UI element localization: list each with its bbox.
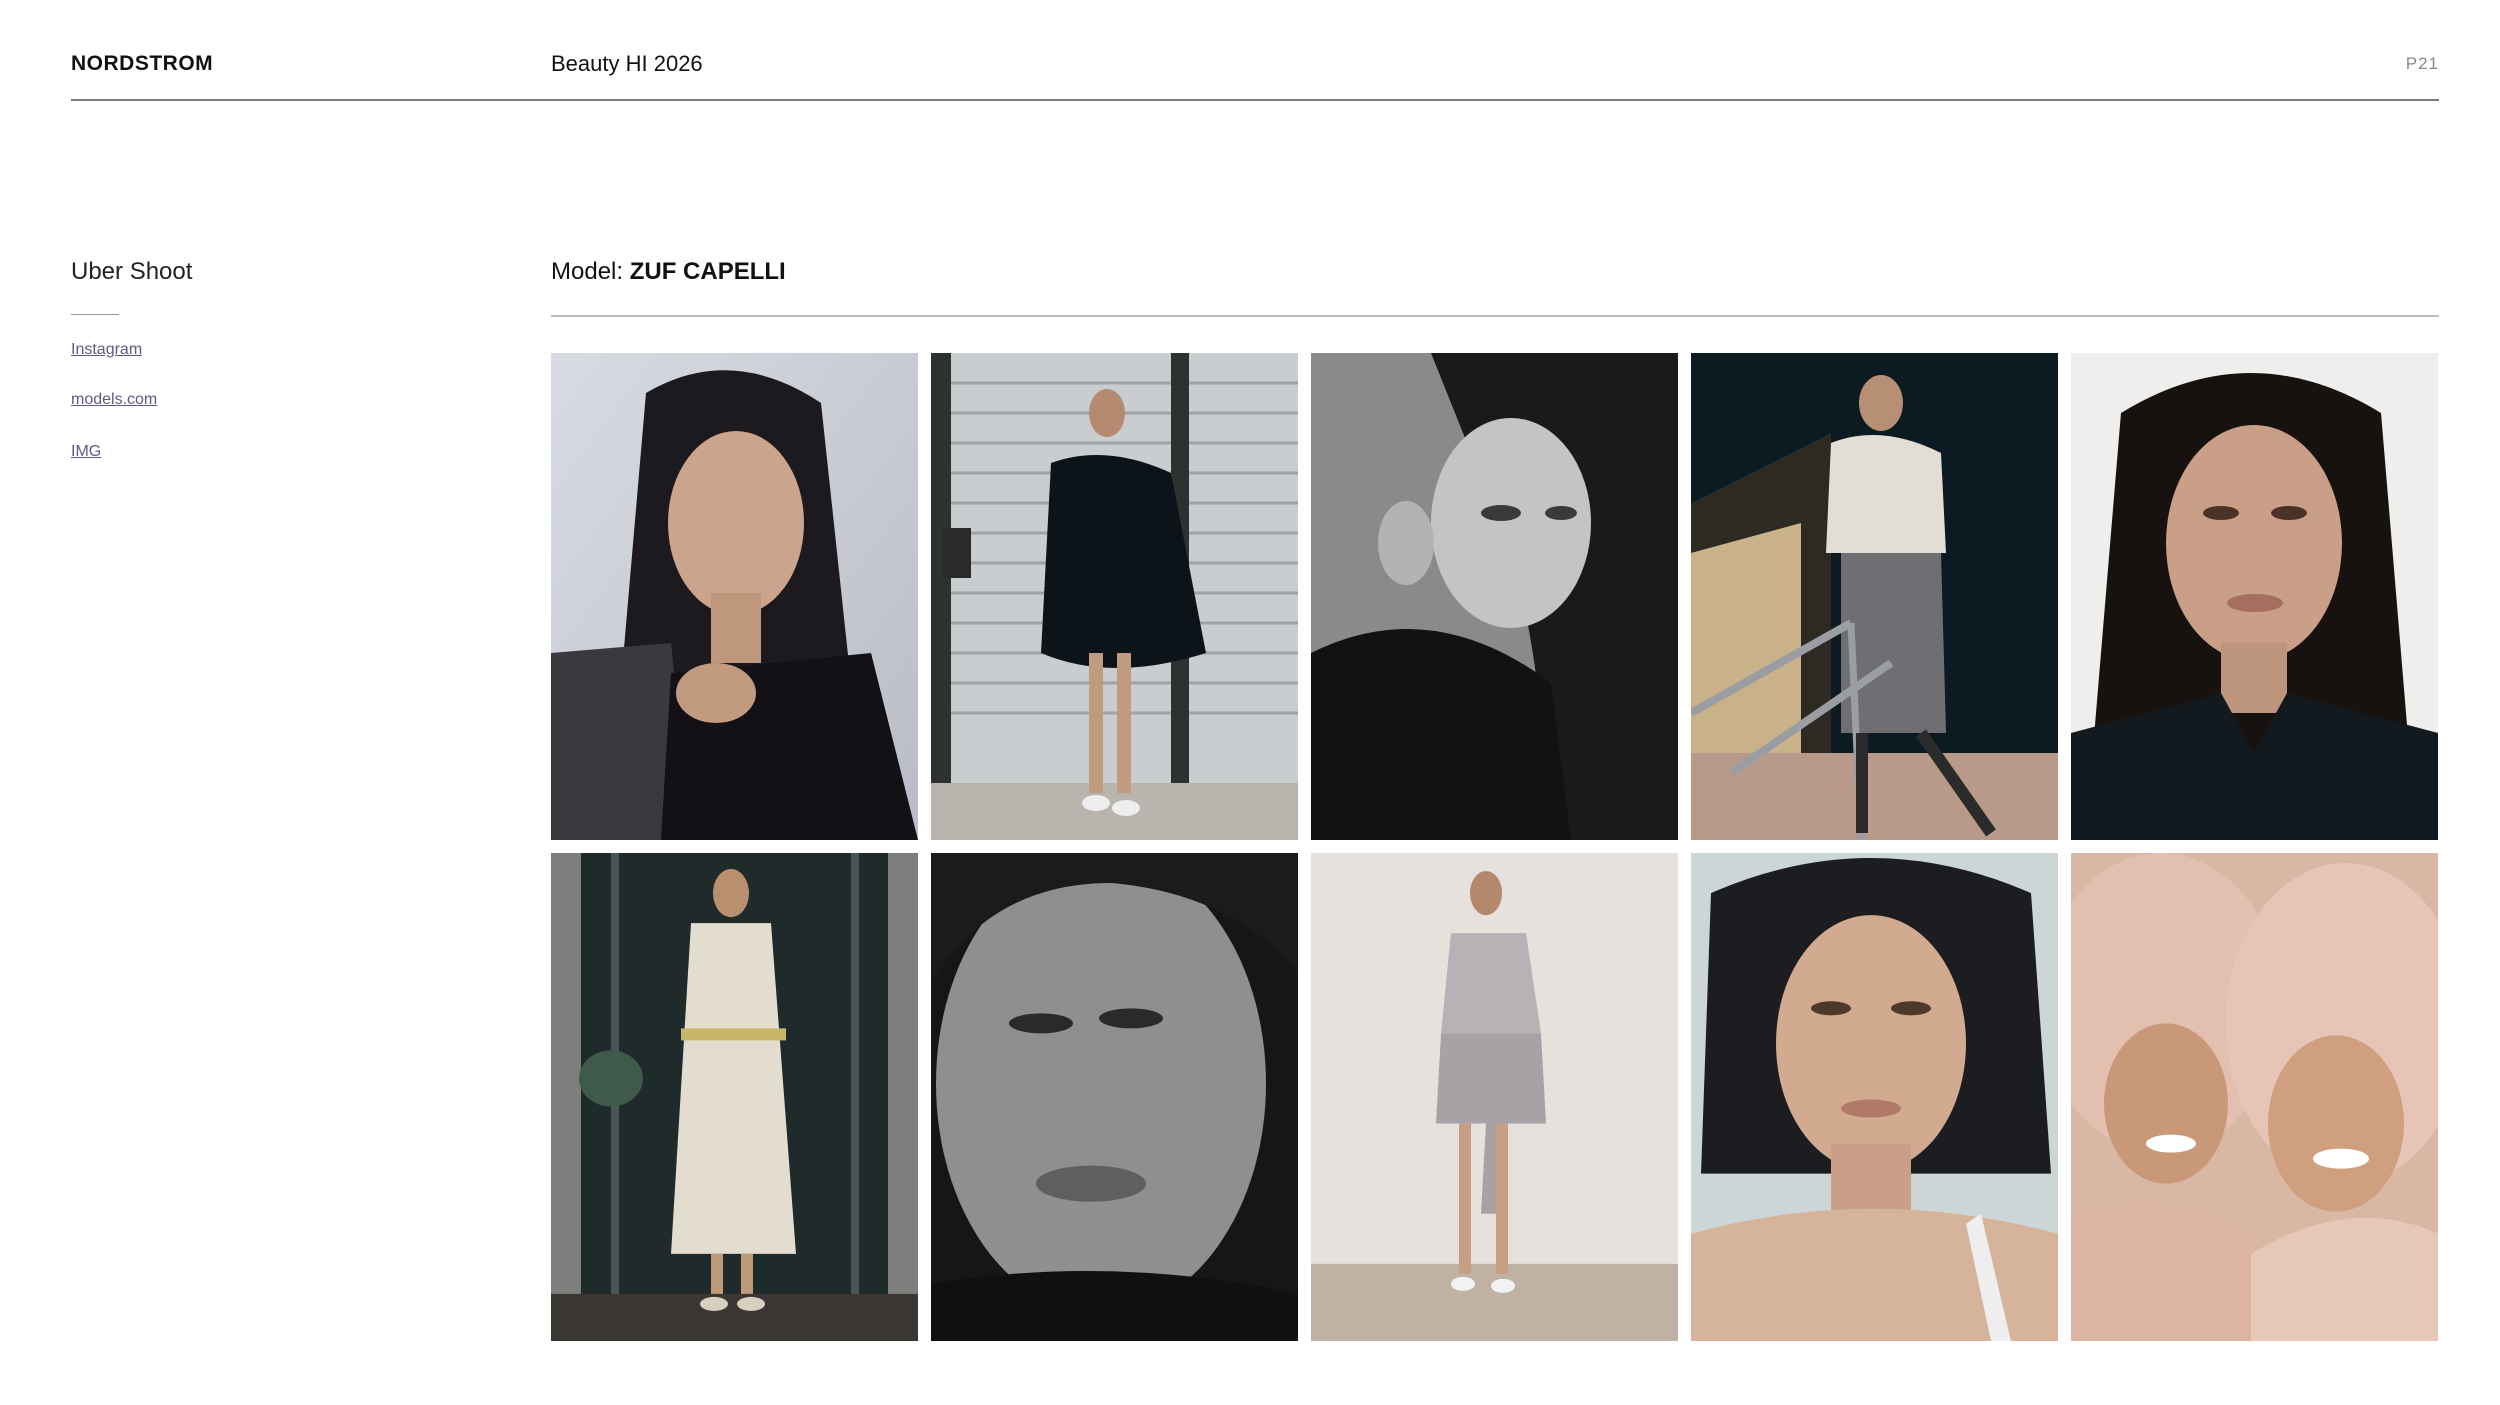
section-title: Uber Shoot — [71, 258, 193, 285]
page-number: P21 — [2405, 54, 2439, 73]
photo-wet-hair-close-up[interactable] — [1691, 853, 2058, 1341]
heading-divider — [551, 315, 2439, 317]
models-com-link[interactable]: models.com — [71, 391, 157, 409]
instagram-link[interactable]: Instagram — [71, 341, 142, 359]
photo-portrait-black-shirt[interactable] — [2071, 353, 2438, 840]
photo-grey-dress[interactable] — [1311, 853, 1678, 1341]
photo-white-jacket-railing[interactable] — [1691, 353, 2058, 840]
photo-gallery — [551, 353, 2439, 1341]
photo-black-ruffle-dress[interactable] — [931, 353, 1298, 840]
photo-bw-profile-portrait[interactable] — [1311, 353, 1678, 840]
img-agency-link[interactable]: IMG — [71, 443, 101, 461]
model-name: ZUF CAPELLI — [629, 258, 786, 285]
brand-logo: NORDSTROM — [71, 52, 214, 75]
header-divider — [71, 99, 2439, 101]
photo-two-models-fur-hats[interactable] — [2071, 853, 2438, 1341]
photo-portrait-leather-top[interactable] — [551, 353, 918, 840]
slide-page: NORDSTROM Beauty HI 2026 P21 Uber Shoot … — [0, 0, 2500, 1405]
document-title: Beauty HI 2026 — [551, 51, 703, 76]
model-label: Model: — [551, 258, 624, 285]
section-divider — [71, 314, 119, 315]
photo-embroidered-coat[interactable] — [551, 853, 918, 1341]
photo-bw-close-up[interactable] — [931, 853, 1298, 1341]
model-heading: Model: ZUF CAPELLI — [551, 258, 786, 286]
